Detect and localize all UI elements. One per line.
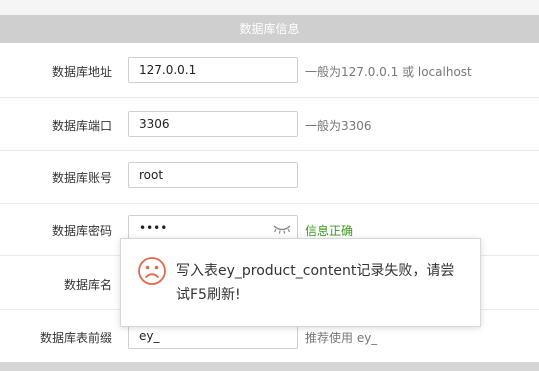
prefix-label: 数据库表前缀 xyxy=(39,331,112,345)
top-strip xyxy=(0,0,539,15)
dbname-label: 数据库名 xyxy=(63,278,112,292)
port-hint: 一般为3306 xyxy=(305,119,372,133)
user-label: 数据库账号 xyxy=(51,171,112,185)
user-input[interactable]: root xyxy=(128,162,298,188)
host-label: 数据库地址 xyxy=(51,65,112,79)
password-status: 信息正确 xyxy=(305,224,354,238)
form-row-port: 数据库端口 3306 一般为3306 xyxy=(0,97,539,151)
error-dialog: 写入表ey_product_content记录失败，请尝试F5刷新! xyxy=(120,238,481,327)
host-hint: 一般为127.0.0.1 或 localhost xyxy=(305,65,472,79)
form-row-user: 数据库账号 root xyxy=(0,150,539,204)
dialog-message: 写入表ey_product_content记录失败，请尝试F5刷新! xyxy=(176,263,455,303)
port-input[interactable]: 3306 xyxy=(128,111,298,137)
host-input[interactable]: 127.0.0.1 xyxy=(128,57,298,83)
prefix-hint: 推荐使用 ey_ xyxy=(305,331,378,345)
password-label: 数据库密码 xyxy=(51,224,112,238)
port-label: 数据库端口 xyxy=(51,119,112,133)
eye-closed-icon[interactable] xyxy=(272,223,292,235)
bottom-strip xyxy=(0,362,539,371)
sad-face-icon xyxy=(138,257,166,285)
section-header: 数据库信息 xyxy=(0,15,539,43)
form-row-host: 数据库地址 127.0.0.1 一般为127.0.0.1 或 localhost xyxy=(0,43,539,98)
